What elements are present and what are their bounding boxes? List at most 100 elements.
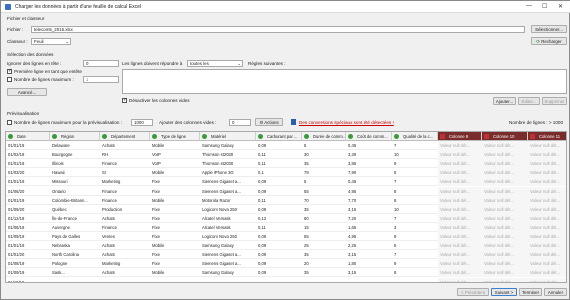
close-icon[interactable]: ✕ bbox=[558, 3, 563, 10]
table-cell: Valeur null dét... bbox=[528, 232, 566, 241]
table-cell: Valeur null dét... bbox=[438, 213, 482, 223]
advanced-button[interactable]: Avancé... bbox=[7, 88, 47, 96]
disabled-column-icon bbox=[484, 134, 489, 139]
table-cell: 5 bbox=[304, 143, 307, 148]
table-cell: 5 bbox=[304, 179, 307, 185]
table-row[interactable]: 01/01/19 Illinois Finance VoIP Thomson st203… bbox=[6, 159, 566, 169]
table-cell: Valeur null dét... bbox=[438, 232, 482, 241]
table-cell: Valeur null dét... bbox=[438, 195, 482, 205]
conversion-warning-link[interactable]: Des conversions spéciaux sont été détect… bbox=[299, 120, 394, 125]
table-row[interactable]: 01/09/19 Pays de Galles Ventes Fixe Logicom … bbox=[6, 232, 566, 242]
preview-table[interactable]: Date Région Département Type de ligne Matéri… bbox=[5, 131, 567, 283]
table-cell: 01/06/19 bbox=[8, 224, 25, 230]
file-path-field[interactable]: telecom5_2016.xlsx bbox=[31, 26, 525, 33]
table-row[interactable]: 01/09/20 Québec Production Fixe Logicom Nova… bbox=[6, 204, 566, 214]
preview-max-rows-checkbox[interactable] bbox=[7, 120, 12, 125]
table-cell: 0,09 bbox=[258, 243, 267, 249]
table-row[interactable]: 01/03/20 Hawaii SI Mobile Apple iPhone 3G 0,1… bbox=[6, 168, 566, 178]
table-cell: Motorola Razor bbox=[202, 197, 231, 203]
table-row[interactable]: 01/01/19 Colombie-Britann... Finance Mobile… bbox=[6, 195, 566, 205]
delete-rule-button[interactable]: Supprimer bbox=[542, 97, 567, 105]
table-cell: 01/01/19 bbox=[8, 179, 25, 185]
table-cell: Finance bbox=[102, 224, 117, 230]
max-rows-checkbox[interactable] bbox=[7, 77, 12, 82]
sheet-select[interactable]: Feuil ⌄ bbox=[31, 38, 71, 45]
chevron-down-icon: ⌄ bbox=[237, 61, 241, 66]
column-header-label: Type de ligne bbox=[161, 134, 186, 139]
table-cell: Valeur null dét... bbox=[482, 250, 528, 260]
table-cell: Valeur null dét... bbox=[528, 277, 566, 282]
table-cell: 55 bbox=[304, 234, 309, 239]
table-row[interactable]: 01/06/20 Ontario Finance Fixe Siemens Gigase… bbox=[6, 186, 566, 196]
table-cell: Mobile bbox=[152, 170, 165, 176]
table-cell: Fixe bbox=[152, 234, 160, 239]
reload-button[interactable]: ⟳ Recharger bbox=[531, 37, 567, 45]
next-button[interactable]: Suivant > bbox=[491, 288, 517, 296]
table-cell: 10 bbox=[394, 206, 399, 212]
minimize-icon[interactable]: — bbox=[526, 3, 532, 9]
column-header[interactable]: Qualité de la c... bbox=[392, 132, 438, 141]
column-header[interactable]: Carburant par ... bbox=[256, 132, 302, 141]
table-row[interactable]: 01/01/19 Nebraska Achats Mobile Samsung Gala… bbox=[6, 241, 566, 251]
table-row[interactable]: 01/02/19 Bourgogne RH VoIP Thomson st2030 0,1… bbox=[6, 150, 566, 160]
disabled-column-icon bbox=[530, 134, 535, 139]
table-cell: 5 bbox=[394, 243, 397, 249]
header-row-checkbox[interactable] bbox=[7, 68, 12, 74]
table-cell: Valeur null dét... bbox=[438, 168, 482, 178]
table-cell: Valeur null dét... bbox=[528, 204, 566, 214]
column-header[interactable]: Colonne 9 bbox=[438, 132, 482, 141]
column-header[interactable]: Colonne 11 bbox=[528, 132, 566, 141]
table-cell: ... bbox=[52, 279, 56, 283]
table-cell: 0,09 bbox=[258, 252, 267, 258]
previous-button[interactable]: < Précédent bbox=[457, 288, 489, 296]
rows-match-select[interactable]: toutes les ⌄ bbox=[187, 60, 243, 67]
finish-button[interactable]: Terminer bbox=[519, 288, 542, 296]
table-row[interactable]: 01/09/19 Sask... Achats Mobile Samsung Galax… bbox=[6, 268, 566, 278]
column-type-icon bbox=[152, 134, 157, 139]
table-cell: Thomson st2030 bbox=[202, 152, 234, 158]
empty-columns-stepper[interactable]: 0 bbox=[229, 119, 251, 126]
table-cell: Marketing bbox=[102, 179, 121, 185]
add-rule-button[interactable]: Ajouter... bbox=[493, 97, 516, 105]
rules-list[interactable] bbox=[122, 69, 567, 94]
disable-empty-columns-checkbox[interactable] bbox=[122, 97, 127, 103]
table-cell: Valeur null dét... bbox=[528, 250, 566, 260]
browse-button[interactable]: Sélectionner... bbox=[531, 25, 567, 33]
column-header[interactable]: Durée de comm... bbox=[302, 132, 346, 141]
table-cell: Ventes bbox=[102, 234, 115, 239]
table-row[interactable]: 01/06/19 Auvergne Finance Fixe Alcatel Versa… bbox=[6, 222, 566, 232]
column-header[interactable]: Type de ligne bbox=[150, 132, 200, 141]
table-row[interactable]: 01/01/20 North Carolina Achats Fixe Siemens … bbox=[6, 250, 566, 260]
column-header[interactable]: Département bbox=[100, 132, 150, 141]
table-cell: Bourgogne bbox=[52, 152, 73, 158]
column-header[interactable]: Date bbox=[6, 132, 50, 141]
column-header[interactable]: Colonne 10 bbox=[482, 132, 528, 141]
table-cell: Valeur null dét... bbox=[482, 195, 528, 205]
actions-button[interactable]: ⚙ Actions bbox=[255, 118, 283, 126]
table-row[interactable]: 01/08/19 Pologne Marketing Fixe Siemens Giga… bbox=[6, 259, 566, 269]
table-cell: 0,09 bbox=[258, 188, 267, 194]
table-cell: 01/02/19 bbox=[8, 152, 25, 158]
maximize-icon[interactable]: ☐ bbox=[542, 3, 547, 10]
table-row[interactable]: 01/01/19 Delaware Achats Mobile Samsung Gala… bbox=[6, 141, 566, 151]
table-cell: Delaware bbox=[52, 143, 70, 148]
preview-max-rows-stepper[interactable]: 1000 bbox=[131, 119, 153, 126]
table-row[interactable]: 01/10/19........................ Valeur n… bbox=[6, 277, 566, 283]
column-header[interactable]: Matériel bbox=[200, 132, 256, 141]
cancel-button[interactable]: Annuler bbox=[544, 288, 567, 296]
table-cell: 60 bbox=[304, 215, 309, 221]
max-rows-stepper[interactable]: 1 bbox=[83, 76, 119, 83]
column-header[interactable]: Région bbox=[50, 132, 100, 141]
ignore-rows-stepper[interactable]: 0 bbox=[83, 60, 119, 67]
table-row[interactable]: 01/12/19 Île-de-France Achats Fixe Alcatel V… bbox=[6, 213, 566, 223]
edit-rule-button[interactable]: Éditer... bbox=[518, 97, 540, 105]
table-cell: Siemens Gigaset a... bbox=[202, 252, 241, 258]
table-cell: 2,25 bbox=[348, 243, 357, 249]
table-cell: 9 bbox=[394, 161, 397, 167]
column-header[interactable]: Coût de comm... bbox=[346, 132, 392, 141]
table-row[interactable]: 01/01/19 Missouri Marketing Fixe Siemens Gig… bbox=[6, 177, 566, 187]
table-cell: Valeur null dét... bbox=[482, 232, 528, 241]
table-cell: ... bbox=[102, 279, 106, 283]
table-cell: Valeur null dét... bbox=[438, 141, 482, 150]
table-cell: Pologne bbox=[52, 261, 68, 267]
